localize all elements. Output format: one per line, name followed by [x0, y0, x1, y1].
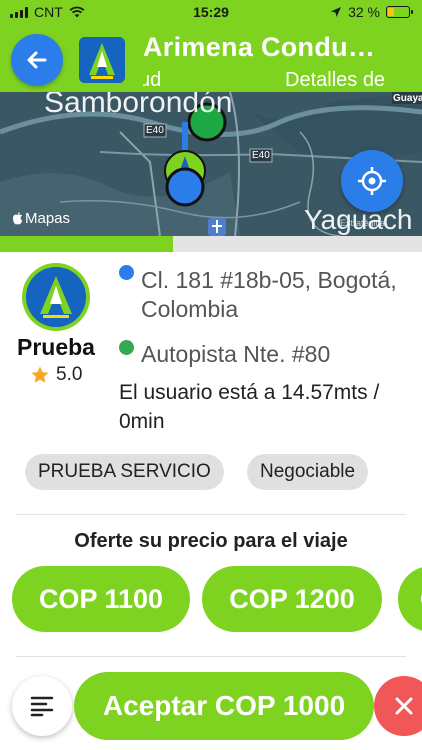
offer-button-1100[interactable]: COP 1100: [12, 566, 190, 632]
app-logo-icon: [79, 37, 125, 83]
user-logo-icon: [26, 267, 86, 327]
crosshair-icon: [358, 167, 386, 195]
rating-value: 5.0: [56, 364, 83, 385]
accept-button[interactable]: Aceptar COP 1000: [74, 672, 374, 740]
offer-options: COP 1100 COP 1200 COP 1300: [0, 566, 422, 634]
distance-info: El usuario está a 14.57mts / 0min: [119, 381, 380, 433]
timer-progress-fill: [0, 236, 174, 252]
avatar: [22, 263, 90, 331]
map-label-e40-a: E40: [146, 125, 164, 136]
top-header: CNT 15:29 32 % Arimena Condu… ud Detalle…: [0, 0, 422, 92]
location-arrow-icon: [331, 7, 342, 17]
tab-bar: citud Detalles de: [143, 69, 413, 91]
maps-logo-text: Mapas: [25, 210, 71, 227]
destination-address: Autopista Nte. #80: [141, 341, 331, 367]
user-name: Prueba: [17, 334, 95, 360]
timer-progress-bar: [0, 236, 422, 252]
close-icon: [395, 697, 413, 715]
battery-percent: 32 %: [348, 4, 380, 20]
offer-title: Oferte su precio para el viaje: [74, 530, 348, 552]
origin-dot-icon: [119, 265, 134, 280]
apple-icon: [13, 212, 23, 225]
destination-dot-icon: [119, 340, 134, 355]
menu-lines-icon: [30, 696, 54, 717]
battery-icon: [386, 6, 413, 18]
menu-button[interactable]: [12, 676, 72, 736]
map-label-estrategica: Estratégica: [340, 218, 386, 228]
map-label-samborondon: Samborondón: [44, 92, 233, 119]
back-arrow-icon: [27, 51, 47, 69]
locate-button[interactable]: [341, 150, 403, 212]
user-rating: 5.0: [30, 364, 82, 386]
back-button[interactable]: [11, 34, 63, 86]
tab-solicitud[interactable]: citud: [143, 69, 161, 91]
origin-address: Cl. 181 #18b-05, Bogotá, Colombia: [141, 267, 397, 322]
maps-logo: Mapas: [12, 210, 70, 227]
close-button[interactable]: [374, 676, 422, 736]
star-icon: [31, 366, 49, 383]
page-title: Arimena Condu…: [143, 32, 376, 62]
negotiable-chip: Negociable: [247, 454, 369, 490]
map-label-e40-b: E40: [252, 150, 270, 161]
route-map[interactable]: Samborondón Yaguach Guayas E40 E40 Estra…: [0, 92, 422, 236]
divider-bottom: [16, 656, 406, 657]
divider: [16, 514, 406, 515]
offer-button-1200[interactable]: COP 1200: [202, 566, 382, 632]
service-chip: PRUEBA SERVICIO: [25, 454, 224, 490]
status-right: 32 %: [330, 4, 413, 20]
map-label-guayas: Guayas: [393, 93, 422, 104]
offer-button-1300[interactable]: COP 1300: [398, 566, 422, 632]
status-bar: CNT 15:29 32 %: [0, 0, 422, 24]
tab-detalles[interactable]: Detalles de: [285, 69, 385, 91]
